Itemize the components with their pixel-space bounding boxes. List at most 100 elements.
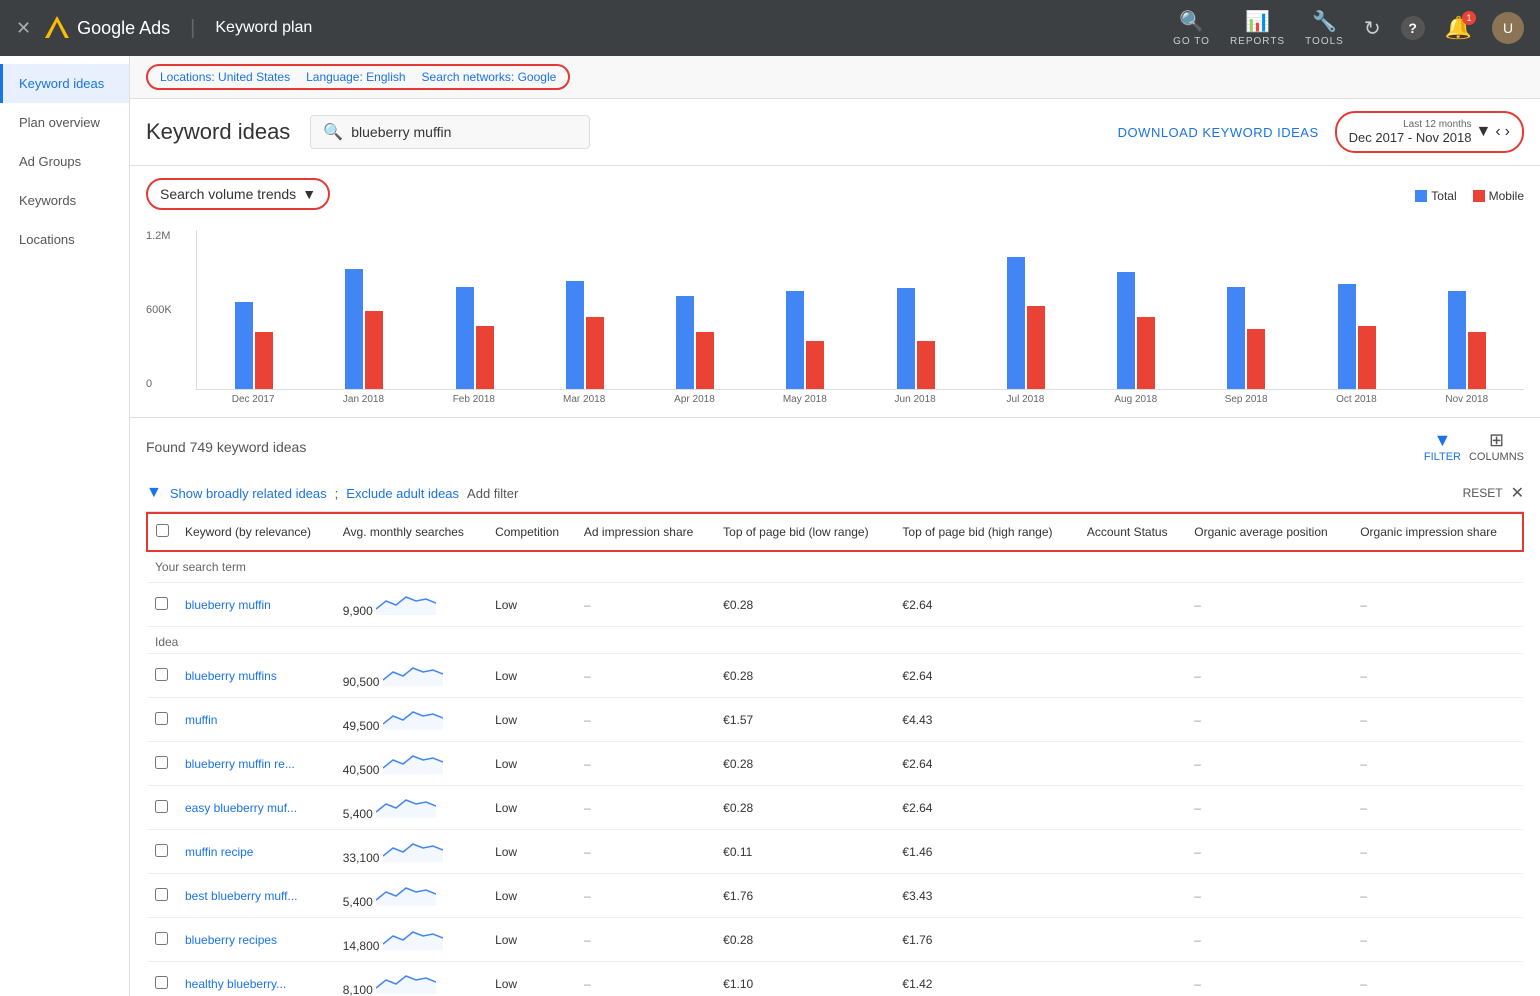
table-row: muffin recipe 33,100 Low – €0.11 €1.46 –…	[147, 830, 1523, 874]
row-checkbox-cell[interactable]	[147, 583, 177, 627]
x-label-10: Oct 2018	[1303, 394, 1409, 405]
reports-nav[interactable]: 📊 REPORTS	[1230, 9, 1285, 47]
date-range-selector[interactable]: Last 12 months Dec 2017 - Nov 2018 ▼ ‹ ›	[1335, 111, 1524, 153]
top-bid-high-cell: €2.64	[894, 654, 1078, 698]
sidebar-item-locations[interactable]: Locations	[0, 220, 129, 259]
chart-y-axis: 1.2M 600K 0	[146, 230, 172, 390]
th-keyword[interactable]: Keyword (by relevance)	[177, 513, 335, 551]
download-keyword-ideas-button[interactable]: DOWNLOAD KEYWORD IDEAS	[1118, 125, 1319, 140]
avg-monthly-cell: 49,500	[335, 698, 487, 742]
table-controls: ▼ FILTER ⊞ COLUMNS	[1424, 430, 1524, 463]
user-avatar[interactable]: U	[1492, 12, 1524, 44]
th-select-all[interactable]	[147, 513, 177, 551]
table-body: Your search term blueberry muffin 9,900 …	[147, 551, 1523, 996]
chart-section: Search volume trends ▼ Total Mobile	[130, 166, 1540, 418]
top-bid-low-cell: €0.28	[715, 654, 894, 698]
row-checkbox[interactable]	[155, 888, 168, 901]
found-count-text: Found 749 keyword ideas	[146, 439, 306, 455]
chart-x-labels: Dec 2017Jan 2018Feb 2018Mar 2018Apr 2018…	[196, 394, 1524, 405]
reset-button[interactable]: RESET	[1463, 486, 1503, 500]
exclude-adult-link[interactable]: Exclude adult ideas	[346, 486, 459, 501]
account-status-cell	[1079, 962, 1186, 996]
goto-label: GO TO	[1173, 36, 1210, 47]
th-organic-avg-pos[interactable]: Organic average position	[1186, 513, 1352, 551]
organic-impression-cell: –	[1352, 698, 1523, 742]
sidebar-item-ad-groups[interactable]: Ad Groups	[0, 142, 129, 181]
close-icon[interactable]: ✕	[16, 18, 31, 39]
columns-button[interactable]: ⊞ COLUMNS	[1469, 430, 1524, 463]
chevron-left-icon[interactable]: ‹	[1495, 123, 1500, 141]
bar-total-5	[786, 291, 804, 389]
row-checkbox[interactable]	[155, 844, 168, 857]
row-checkbox-cell[interactable]	[147, 654, 177, 698]
ad-impression-cell: –	[576, 918, 715, 962]
language-value[interactable]: English	[366, 70, 405, 84]
idea-label: Idea	[147, 627, 1523, 654]
search-volume-trends-toggle[interactable]: Search volume trends ▼	[146, 178, 330, 210]
show-broadly-related-link[interactable]: Show broadly related ideas	[170, 486, 327, 501]
location-value[interactable]: United States	[218, 70, 290, 84]
table-row: best blueberry muff... 5,400 Low – €1.76…	[147, 874, 1523, 918]
close-filter-icon[interactable]: ✕	[1511, 483, 1524, 503]
row-checkbox[interactable]	[155, 597, 168, 610]
notification-bell[interactable]: 🔔 1	[1445, 15, 1472, 41]
row-checkbox-cell[interactable]	[147, 874, 177, 918]
sidebar-item-keyword-ideas[interactable]: Keyword ideas	[0, 64, 129, 103]
chevron-right-icon[interactable]: ›	[1505, 123, 1510, 141]
chart-month-11	[1414, 230, 1520, 389]
row-checkbox[interactable]	[155, 932, 168, 945]
competition-cell: Low	[487, 786, 576, 830]
th-account-status[interactable]: Account Status	[1079, 513, 1186, 551]
th-avg-monthly[interactable]: Avg. monthly searches	[335, 513, 487, 551]
goto-nav[interactable]: 🔍 GO TO	[1173, 9, 1210, 47]
top-bid-high-cell: €2.64	[894, 786, 1078, 830]
row-checkbox[interactable]	[155, 800, 168, 813]
tools-icon: 🔧	[1312, 9, 1337, 34]
keyword-cell: blueberry muffins	[177, 654, 335, 698]
row-checkbox-cell[interactable]	[147, 962, 177, 996]
top-bid-low-cell: €0.28	[715, 583, 894, 627]
bar-total-2	[456, 287, 474, 389]
refresh-icon[interactable]: ↻	[1364, 16, 1381, 41]
filter-button[interactable]: ▼ FILTER	[1424, 430, 1461, 463]
chart-bars	[196, 230, 1524, 390]
help-icon[interactable]: ?	[1401, 16, 1425, 40]
add-filter-button[interactable]: Add filter	[467, 486, 518, 501]
th-top-bid-high[interactable]: Top of page bid (high range)	[894, 513, 1078, 551]
row-checkbox[interactable]	[155, 712, 168, 725]
row-checkbox[interactable]	[155, 668, 168, 681]
sidebar: Keyword ideas Plan overview Ad Groups Ke…	[0, 56, 130, 996]
row-checkbox-cell[interactable]	[147, 742, 177, 786]
avg-monthly-cell: 14,800	[335, 918, 487, 962]
sidebar-item-plan-overview[interactable]: Plan overview	[0, 103, 129, 142]
network-value[interactable]: Google	[518, 70, 557, 84]
select-all-checkbox[interactable]	[156, 524, 169, 537]
chart-month-1	[311, 230, 417, 389]
row-checkbox[interactable]	[155, 976, 168, 989]
avg-monthly-cell: 90,500	[335, 654, 487, 698]
th-ad-impression[interactable]: Ad impression share	[576, 513, 715, 551]
tools-nav[interactable]: 🔧 TooLS	[1305, 9, 1344, 47]
th-top-bid-low[interactable]: Top of page bid (low range)	[715, 513, 894, 551]
th-organic-impression[interactable]: Organic impression share	[1352, 513, 1523, 551]
bar-mobile-11	[1468, 332, 1486, 389]
row-checkbox-cell[interactable]	[147, 698, 177, 742]
organic-avg-pos-cell: –	[1186, 918, 1352, 962]
top-bid-high-cell: €3.43	[894, 874, 1078, 918]
top-bid-low-cell: €1.76	[715, 874, 894, 918]
bar-mobile-5	[806, 341, 824, 389]
keyword-cell: muffin	[177, 698, 335, 742]
row-checkbox-cell[interactable]	[147, 786, 177, 830]
sidebar-item-keywords[interactable]: Keywords	[0, 181, 129, 220]
x-label-1: Jan 2018	[310, 394, 416, 405]
language-filter: Language: English	[306, 70, 405, 84]
filter-active-icon: ▼	[146, 484, 162, 502]
row-checkbox-cell[interactable]	[147, 830, 177, 874]
row-checkbox[interactable]	[155, 756, 168, 769]
keyword-search-input[interactable]	[351, 124, 551, 140]
organic-avg-pos-cell: –	[1186, 698, 1352, 742]
row-checkbox-cell[interactable]	[147, 918, 177, 962]
keyword-cell: blueberry muffin	[177, 583, 335, 627]
top-bid-low-cell: €0.28	[715, 918, 894, 962]
th-competition[interactable]: Competition	[487, 513, 576, 551]
